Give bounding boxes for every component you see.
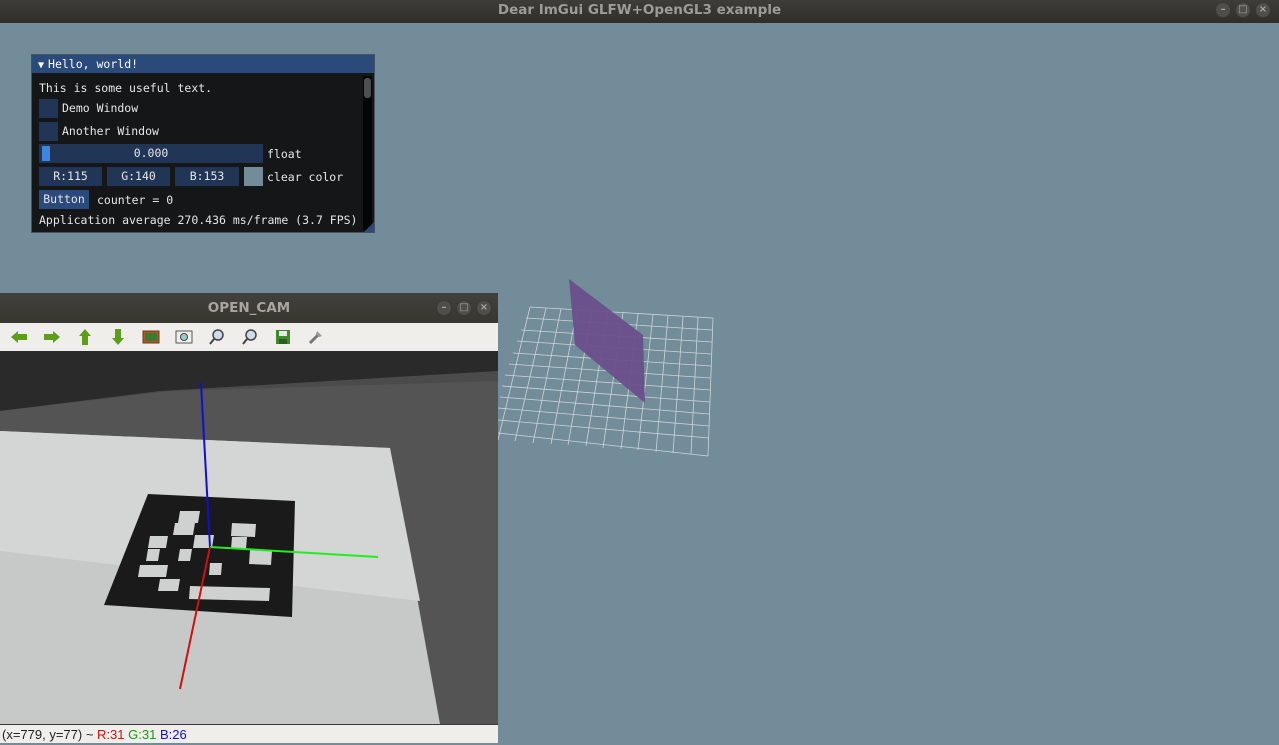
imgui-button[interactable]: Button	[39, 190, 89, 209]
button-row: Button counter = 0	[39, 190, 239, 210]
another-window-checkbox[interactable]	[39, 122, 58, 141]
status-b: B:26	[159, 727, 187, 742]
perf-text: Application average 270.436 ms/frame (3.…	[39, 213, 358, 227]
status-r: R:31	[97, 727, 125, 742]
clear-color-label: clear color	[267, 170, 344, 184]
collapse-triangle-icon[interactable]: ▼	[38, 60, 44, 71]
camera-view[interactable]	[0, 351, 498, 724]
counter-text: counter = 0	[97, 193, 174, 207]
maximize-button[interactable]: □	[1235, 2, 1251, 18]
float-slider[interactable]: 0.000	[39, 144, 263, 163]
clear-color-row: R:115 G:140 B:153 clear color	[39, 167, 369, 187]
opencv-toolbar	[0, 323, 498, 352]
zoom-fit-icon[interactable]	[173, 327, 195, 347]
demo-window-label: Demo Window	[62, 101, 139, 115]
status-g: G:31	[128, 727, 157, 742]
imgui-hello-window[interactable]: ▼ Hello, world! This is some useful text.…	[31, 54, 375, 233]
demo-window-checkbox-row[interactable]: Demo Window	[39, 98, 138, 118]
minimize-button[interactable]: –	[1215, 2, 1231, 18]
image-icon[interactable]	[140, 327, 162, 347]
save-icon[interactable]	[272, 327, 294, 347]
imgui-titlebar[interactable]: ▼ Hello, world!	[32, 55, 374, 73]
opencv-maximize-button[interactable]: □	[456, 300, 472, 316]
float-slider-row: 0.000 float	[39, 144, 339, 164]
slider-value: 0.000	[133, 146, 169, 160]
resize-grip[interactable]	[364, 222, 374, 232]
arrow-left-icon[interactable]	[8, 327, 30, 347]
properties-icon[interactable]	[305, 327, 327, 347]
red-field[interactable]: R:115	[39, 167, 102, 186]
scrollbar-grab[interactable]	[364, 78, 371, 98]
another-window-label: Another Window	[62, 124, 159, 138]
opencv-statusbar: (x=779, y=77) ~ R:31 G:31 B:26	[0, 725, 498, 743]
arrow-right-icon[interactable]	[41, 327, 63, 347]
arrow-down-icon[interactable]	[107, 327, 129, 347]
purple-plane	[569, 279, 645, 403]
app-title: Dear ImGui GLFW+OpenGL3 example	[497, 2, 782, 18]
opencv-titlebar[interactable]: OPEN_CAM – □ ×	[0, 293, 498, 322]
app-titlebar: Dear ImGui GLFW+OpenGL3 example – □ ×	[0, 0, 1279, 23]
demo-window-checkbox[interactable]	[39, 99, 58, 118]
opencv-close-button[interactable]: ×	[476, 300, 492, 316]
close-button[interactable]: ×	[1255, 2, 1271, 18]
arrow-up-icon[interactable]	[74, 327, 96, 347]
camera-frame	[0, 351, 498, 724]
status-coords: (x=779, y=77) ~	[2, 727, 94, 742]
another-window-checkbox-row[interactable]: Another Window	[39, 121, 159, 141]
imgui-title: Hello, world!	[48, 57, 139, 71]
slider-grab[interactable]	[42, 146, 50, 161]
opencv-window[interactable]: OPEN_CAM – □ × (x=779, y=77) ~ R:31 G:31…	[0, 293, 498, 743]
opencv-title: OPEN_CAM	[207, 300, 291, 316]
useful-text: This is some useful text.	[39, 81, 213, 95]
zoom-out-icon[interactable]	[239, 327, 261, 347]
color-swatch[interactable]	[244, 167, 263, 186]
slider-label: float	[267, 147, 302, 161]
zoom-in-icon[interactable]	[206, 327, 228, 347]
opencv-minimize-button[interactable]: –	[436, 300, 452, 316]
imgui-scrollbar[interactable]	[363, 76, 372, 230]
green-field[interactable]: G:140	[107, 167, 170, 186]
blue-field[interactable]: B:153	[175, 167, 239, 186]
3d-scene	[497, 279, 714, 457]
